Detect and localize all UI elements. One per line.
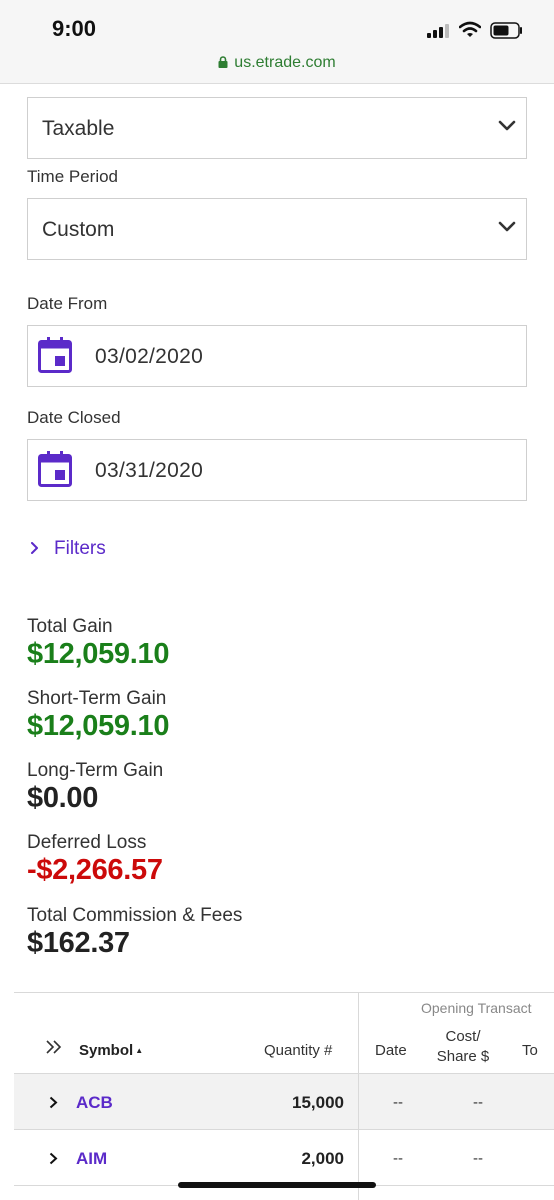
deferred-loss-label: Deferred Loss [27,832,147,853]
table-row[interactable]: ACB 15,000 -- -- [14,1073,554,1129]
date-from-label: Date From [27,294,108,313]
battery-icon [490,22,522,39]
quantity-cell: 15,000 [292,1093,344,1112]
lock-icon [218,56,228,68]
opening-transaction-header: Opening Transact [421,1000,532,1016]
account-type-select[interactable]: Taxable [27,97,527,159]
cost-share-column-header[interactable]: Cost/ Share $ [433,1027,493,1067]
status-time: 9:00 [52,16,97,41]
expand-all-icon[interactable] [46,1040,62,1054]
commission-fees-value: $162.37 [27,927,130,959]
time-period-label: Time Period [27,167,119,186]
long-term-gain-label: Long-Term Gain [27,760,164,781]
date-closed-field[interactable]: 03/31/2020 [27,439,527,501]
wifi-icon [459,21,481,37]
date-cell: -- [393,1094,403,1111]
signal-icon [427,24,451,38]
chevron-right-icon[interactable] [49,1152,58,1165]
date-closed-label: Date Closed [27,408,121,427]
cost-header-line1: Cost/ [445,1028,481,1045]
symbol-header-label: Symbol [79,1042,134,1059]
cost-header-line2: Share $ [436,1048,490,1065]
chevron-right-icon [31,542,38,554]
chevron-down-icon [498,221,516,232]
quantity-column-header[interactable]: Quantity # [264,1042,332,1059]
quantity-cell: 2,000 [301,1149,344,1168]
short-term-gain-value: $12,059.10 [27,710,170,742]
symbol-column-header[interactable]: Symbol ▲ [79,1042,143,1059]
commission-fees-label: Total Commission & Fees [27,905,243,926]
total-gain-value: $12,059.10 [27,638,170,670]
cost-cell: -- [473,1094,483,1111]
column-divider [358,993,359,1200]
account-type-value: Taxable [42,117,115,140]
symbol-link[interactable]: AIM [76,1149,107,1169]
date-from-field[interactable]: 03/02/2020 [27,325,527,387]
home-indicator[interactable] [178,1182,376,1188]
filters-toggle[interactable]: Filters [30,538,106,560]
time-period-select[interactable]: Custom [27,198,527,260]
long-term-gain-value: $0.00 [27,782,99,814]
symbol-link[interactable]: ACB [76,1093,113,1113]
calendar-icon[interactable] [38,337,72,373]
deferred-loss-value: -$2,266.57 [27,854,163,886]
time-period-value: Custom [42,218,115,241]
browser-chrome: 9:00 us.etrade.com [0,0,554,84]
calendar-icon[interactable] [38,451,72,487]
sort-ascending-icon: ▲ [135,1046,144,1055]
url-text: us.etrade.com [234,54,336,71]
date-cell: -- [393,1150,403,1167]
gains-table: Opening Transact Symbol ▲ Quantity # Date… [14,992,554,1200]
chevron-right-icon[interactable] [49,1096,58,1109]
url-bar[interactable]: us.etrade.com [0,54,554,72]
date-from-value: 03/02/2020 [95,345,204,368]
date-column-header[interactable]: Date [375,1042,407,1059]
total-column-header[interactable]: To [522,1042,538,1059]
filters-label: Filters [54,538,106,559]
short-term-gain-label: Short-Term Gain [27,688,167,709]
date-closed-value: 03/31/2020 [95,459,204,482]
table-row[interactable]: AIM 2,000 -- -- [14,1129,554,1185]
total-gain-label: Total Gain [27,616,113,637]
chevron-down-icon [498,120,516,131]
cost-cell: -- [473,1150,483,1167]
